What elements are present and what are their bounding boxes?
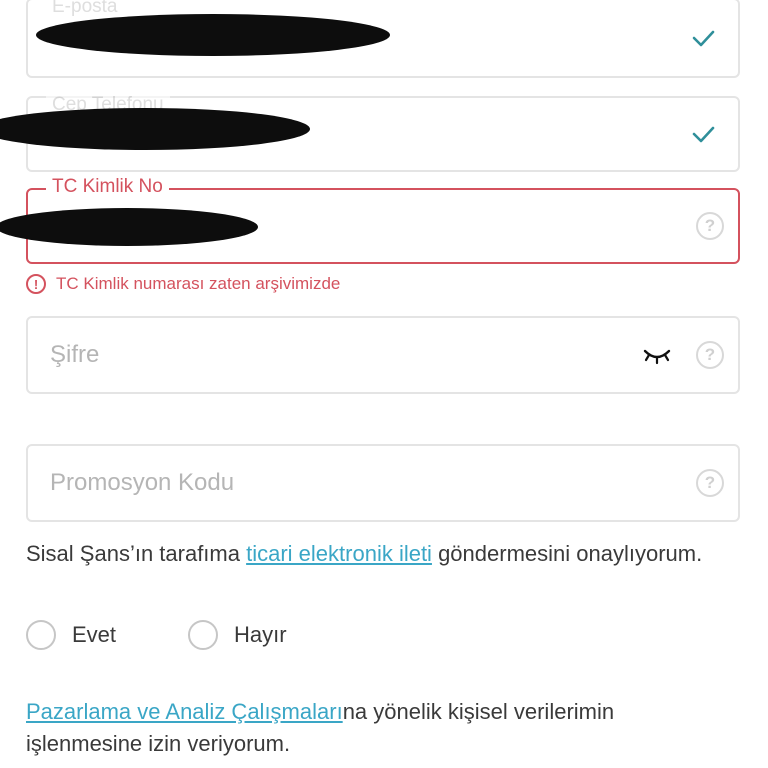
email-label: E-posta [46, 0, 124, 18]
consent-radio-group: Evet Hayır [26, 620, 287, 650]
check-icon [692, 30, 715, 47]
commercial-consent-text: Sisal Şans’ın tarafıma ticari elektronik… [26, 538, 726, 570]
password-placeholder: Şifre [50, 341, 100, 368]
question-circle-icon[interactable]: ? [696, 212, 724, 240]
question-circle-icon[interactable]: ? [696, 469, 724, 497]
radio-evet-label[interactable]: Evet [72, 622, 116, 648]
radio-hayir-label[interactable]: Hayır [234, 622, 287, 648]
question-circle-icon[interactable]: ? [696, 341, 724, 369]
redacted-tc-value [0, 208, 258, 246]
promo-placeholder: Promosyon Kodu [50, 469, 235, 496]
radio-hayir[interactable] [188, 620, 219, 650]
check-icon [692, 126, 715, 143]
ticari-ileti-link[interactable]: ticari elektronik ileti [246, 541, 432, 566]
consent-text-before: Sisal Şans’ın tarafıma [26, 541, 247, 566]
tc-kimlik-label: TC Kimlik No [46, 176, 169, 198]
consent-text-after: göndermesini onaylıyorum. [431, 541, 703, 566]
promo-code-field[interactable]: Promosyon Kodu ? [26, 444, 740, 522]
pazarlama-analiz-link[interactable]: Pazarlama ve Analiz Çalışmaları [26, 699, 343, 724]
exclamation-circle-icon: ! [26, 274, 46, 294]
eye-closed-icon[interactable] [642, 345, 672, 365]
password-field[interactable]: Şifre ? [26, 316, 740, 394]
radio-evet[interactable] [26, 620, 56, 650]
tc-error-message: ! TC Kimlik numarası zaten arşivimizde [26, 274, 340, 294]
redacted-email-value [36, 14, 390, 56]
marketing-consent-text: Pazarlama ve Analiz Çalışmalarına yöneli… [26, 696, 726, 760]
email-field[interactable]: E-posta [26, 0, 740, 78]
tc-error-text: TC Kimlik numarası zaten arşivimizde [56, 274, 341, 293]
